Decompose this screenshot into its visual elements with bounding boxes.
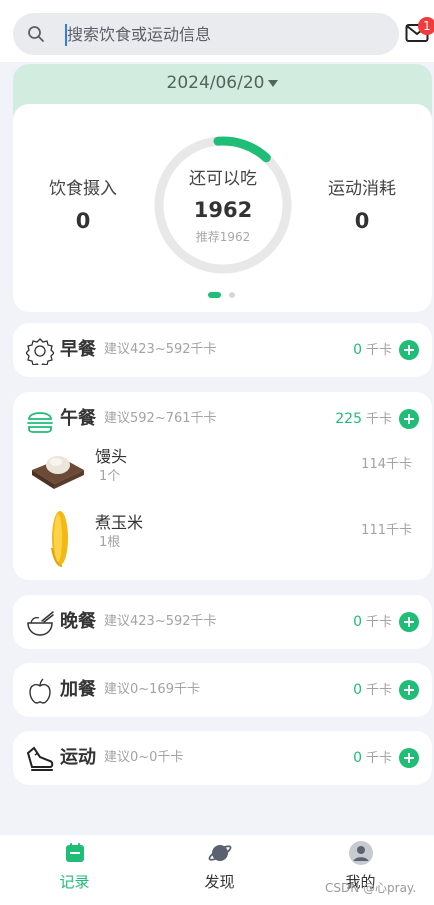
meal-kcal-unit: 千卡 bbox=[365, 412, 392, 427]
add-dinner-button[interactable] bbox=[399, 612, 419, 632]
food-item[interactable]: 煮玉米 1根 111千卡 bbox=[13, 508, 432, 568]
remaining-value: 1962 bbox=[193, 198, 253, 222]
food-quantity: 1个 bbox=[99, 469, 121, 484]
meal-suggestion: 建议423~592千卡 bbox=[104, 342, 217, 357]
notification-badge: 1 bbox=[418, 17, 434, 35]
meal-card-snack[interactable]: 加餐 建议0~169千卡 0 千卡 bbox=[13, 663, 432, 717]
user-icon bbox=[349, 841, 373, 865]
add-snack-button[interactable] bbox=[399, 680, 419, 700]
meal-header: 晚餐 建议423~592千卡 0 千卡 bbox=[13, 595, 432, 649]
recommend-text: 推荐1962 bbox=[195, 230, 251, 244]
meal-kcal: 0 千卡 bbox=[353, 613, 392, 632]
burn-label: 运动消耗 bbox=[328, 179, 396, 199]
meal-header: 加餐 建议0~169千卡 0 千卡 bbox=[13, 663, 432, 717]
meal-card-dinner[interactable]: 晚餐 建议423~592千卡 0 千卡 bbox=[13, 595, 432, 649]
food-name: 馒头 bbox=[95, 447, 128, 466]
apple-icon bbox=[29, 678, 51, 704]
meal-kcal-unit: 千卡 bbox=[365, 343, 392, 358]
meal-name: 晚餐 bbox=[60, 611, 96, 632]
meal-kcal-unit: 千卡 bbox=[365, 683, 392, 698]
meal-name: 午餐 bbox=[60, 408, 96, 429]
meal-kcal-value: 0 bbox=[353, 614, 362, 630]
search-icon bbox=[28, 26, 44, 42]
intake-value: 0 bbox=[75, 209, 91, 233]
food-kcal: 114千卡 bbox=[361, 457, 412, 472]
date-text: 2024/06/20 bbox=[166, 73, 265, 93]
food-kcal: 111千卡 bbox=[361, 523, 412, 538]
sneaker-icon bbox=[26, 746, 54, 771]
meal-card-breakfast[interactable]: 早餐 建议423~592千卡 0 千卡 bbox=[13, 323, 432, 377]
meal-kcal-unit: 千卡 bbox=[365, 615, 392, 630]
steamed-bun-image bbox=[32, 456, 84, 489]
breakfast-icon bbox=[26, 338, 54, 365]
dropdown-triangle-icon bbox=[268, 79, 279, 87]
page-dot-active bbox=[208, 292, 221, 298]
exercise-name: 运动 bbox=[60, 747, 96, 768]
top-bar: 搜索饮食或运动信息 1 bbox=[0, 0, 434, 62]
exercise-suggestion: 建议0~0千卡 bbox=[104, 750, 184, 765]
exercise-card[interactable]: 运动 建议0~0千卡 0 千卡 bbox=[13, 731, 432, 785]
planet-icon bbox=[208, 845, 232, 861]
meal-kcal-value: 225 bbox=[335, 411, 362, 427]
tab-discover[interactable]: 发现 bbox=[147, 835, 292, 905]
meal-name: 早餐 bbox=[60, 339, 96, 360]
burn-stat: 运动消耗 0 bbox=[302, 178, 422, 236]
food-item[interactable]: 馒头 1个 114千卡 bbox=[13, 442, 432, 502]
exercise-kcal: 0 千卡 bbox=[353, 749, 392, 768]
food-name: 煮玉米 bbox=[95, 513, 144, 532]
meal-suggestion: 建议423~592千卡 bbox=[104, 614, 217, 629]
calendar-icon bbox=[66, 843, 84, 862]
intake-label: 饮食摄入 bbox=[49, 179, 117, 199]
page-dot bbox=[229, 292, 235, 298]
add-lunch-button[interactable] bbox=[399, 409, 419, 429]
intake-stat: 饮食摄入 0 bbox=[23, 178, 143, 236]
remaining-label: 还可以吃 bbox=[189, 169, 257, 189]
exercise-header: 运动 建议0~0千卡 0 千卡 bbox=[13, 731, 432, 785]
meal-card-lunch[interactable]: 午餐 建议592~761千卡 225 千卡 馒头 1个 114千卡 煮玉米 1根 … bbox=[13, 392, 432, 580]
exercise-kcal-unit: 千卡 bbox=[365, 751, 392, 766]
tab-label: 发现 bbox=[204, 873, 235, 891]
search-bar[interactable]: 搜索饮食或运动信息 bbox=[13, 13, 399, 55]
add-breakfast-button[interactable] bbox=[399, 340, 419, 360]
watermark: CSDN @心pray. bbox=[325, 881, 417, 895]
meal-kcal: 225 千卡 bbox=[335, 410, 392, 429]
date-selector[interactable]: 2024/06/20 bbox=[13, 72, 432, 94]
daily-summary-card: 2024/06/20 饮食摄入 0 还可以吃 1962 推荐1962 运动消耗 … bbox=[13, 64, 432, 312]
corn-image bbox=[51, 511, 68, 567]
food-quantity: 1根 bbox=[99, 535, 121, 550]
meal-kcal-value: 0 bbox=[353, 342, 362, 358]
meal-name: 加餐 bbox=[60, 679, 96, 700]
meal-header: 午餐 建议592~761千卡 225 千卡 bbox=[13, 392, 432, 446]
exercise-kcal-value: 0 bbox=[353, 750, 362, 766]
meal-header: 早餐 建议423~592千卡 0 千卡 bbox=[13, 323, 432, 377]
meal-kcal-value: 0 bbox=[353, 682, 362, 698]
tab-record[interactable]: 记录 bbox=[2, 835, 147, 905]
add-exercise-button[interactable] bbox=[399, 748, 419, 768]
meal-kcal: 0 千卡 bbox=[353, 681, 392, 700]
tab-label: 记录 bbox=[59, 873, 90, 891]
meal-kcal: 0 千卡 bbox=[353, 341, 392, 360]
summary-panel[interactable]: 饮食摄入 0 还可以吃 1962 推荐1962 运动消耗 0 bbox=[13, 104, 432, 312]
meal-suggestion: 建议592~761千卡 bbox=[104, 411, 217, 426]
search-placeholder: 搜索饮食或运动信息 bbox=[67, 25, 212, 44]
remaining-calories: 还可以吃 1962 推荐1962 bbox=[152, 134, 294, 246]
burger-icon bbox=[27, 412, 53, 433]
burn-value: 0 bbox=[354, 209, 370, 233]
meal-suggestion: 建议0~169千卡 bbox=[104, 682, 200, 697]
rice-bowl-icon bbox=[27, 611, 54, 636]
